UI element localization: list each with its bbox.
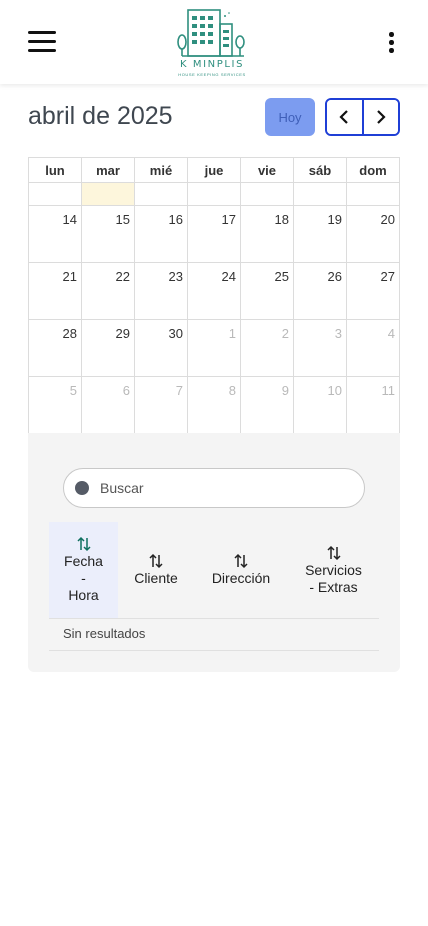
- prev-month-button[interactable]: [327, 100, 362, 134]
- building-icon: [177, 9, 245, 57]
- chevron-left-icon: [339, 110, 349, 124]
- day-cell-other-month[interactable]: 6: [81, 376, 135, 434]
- day-cell-other-month[interactable]: 4: [346, 319, 400, 377]
- day-cell[interactable]: 28: [28, 319, 82, 377]
- column-header-direccion[interactable]: Dirección: [194, 522, 288, 618]
- column-label: Servicios: [305, 561, 362, 578]
- day-cell[interactable]: [28, 182, 82, 206]
- results-table-header: Fecha - Hora Cliente Dirección Servicios…: [49, 522, 379, 619]
- column-label: - Extras: [309, 578, 358, 595]
- column-label: Fecha: [64, 553, 103, 569]
- day-cell-other-month[interactable]: 10: [293, 376, 347, 434]
- empty-results-message: Sin resultados: [63, 626, 146, 641]
- day-cell-other-month[interactable]: 8: [187, 376, 241, 434]
- column-label: -: [81, 570, 86, 586]
- day-cell[interactable]: [187, 182, 241, 206]
- chevron-right-icon: [376, 110, 386, 124]
- weekday-header: mié: [134, 157, 188, 183]
- brand-tagline: HOUSE KEEPING SERVICES: [178, 72, 246, 77]
- hamburger-menu-icon[interactable]: [28, 31, 56, 53]
- weekday-header: mar: [81, 157, 135, 183]
- column-label: Dirección: [211, 570, 271, 586]
- results-panel: Fecha - Hora Cliente Dirección Servicios…: [28, 433, 400, 672]
- day-cell[interactable]: [346, 182, 400, 206]
- month-nav-group: [325, 98, 400, 136]
- column-label: Cliente: [134, 570, 178, 586]
- weekday-header: lun: [28, 157, 82, 183]
- search-input[interactable]: [100, 480, 330, 496]
- brand-logo[interactable]: K MINPLIS HOUSE KEEPING SERVICES: [170, 6, 254, 80]
- day-cell[interactable]: 29: [81, 319, 135, 377]
- weekday-header: sáb: [293, 157, 347, 183]
- sort-icon: [149, 553, 163, 569]
- search-box[interactable]: [63, 468, 365, 508]
- brand-name: K MINPLIS: [179, 59, 245, 70]
- day-cell[interactable]: 18: [240, 205, 294, 263]
- column-header-servicios-extras[interactable]: Servicios - Extras: [288, 522, 379, 618]
- kebab-vertical-icon[interactable]: [386, 32, 396, 54]
- day-cell-other-month[interactable]: 9: [240, 376, 294, 434]
- day-cell[interactable]: 19: [293, 205, 347, 263]
- today-button[interactable]: Hoy: [265, 98, 315, 136]
- day-cell[interactable]: 27: [346, 262, 400, 320]
- weekday-header: vie: [240, 157, 294, 183]
- sort-icon: [76, 536, 91, 552]
- day-cell[interactable]: [293, 182, 347, 206]
- day-cell[interactable]: 15: [81, 205, 135, 263]
- day-cell[interactable]: 14: [28, 205, 82, 263]
- weekday-header: jue: [187, 157, 241, 183]
- day-cell-today[interactable]: [81, 182, 135, 206]
- day-cell[interactable]: 23: [134, 262, 188, 320]
- day-cell[interactable]: 20: [346, 205, 400, 263]
- day-cell[interactable]: [240, 182, 294, 206]
- day-cell[interactable]: 25: [240, 262, 294, 320]
- sort-icon: [326, 545, 341, 560]
- next-month-button[interactable]: [361, 100, 398, 134]
- day-cell-other-month[interactable]: 7: [134, 376, 188, 434]
- day-cell-other-month[interactable]: 3: [293, 319, 347, 377]
- search-icon: [75, 481, 89, 495]
- day-cell[interactable]: 17: [187, 205, 241, 263]
- day-cell-other-month[interactable]: 2: [240, 319, 294, 377]
- day-cell[interactable]: [134, 182, 188, 206]
- day-cell[interactable]: 24: [187, 262, 241, 320]
- month-calendar: lun mar mié jue vie sáb dom 14 15 16 17 …: [28, 157, 400, 434]
- top-bar: K MINPLIS HOUSE KEEPING SERVICES: [0, 0, 428, 84]
- column-header-cliente[interactable]: Cliente: [118, 522, 194, 618]
- column-header-fecha-hora[interactable]: Fecha - Hora: [49, 522, 118, 618]
- day-cell[interactable]: 16: [134, 205, 188, 263]
- day-cell[interactable]: 21: [28, 262, 82, 320]
- day-cell-other-month[interactable]: 11: [346, 376, 400, 434]
- weekday-header: dom: [346, 157, 400, 183]
- divider: [49, 650, 379, 651]
- sort-icon: [234, 553, 248, 569]
- day-cell[interactable]: 22: [81, 262, 135, 320]
- day-cell[interactable]: 26: [293, 262, 347, 320]
- day-cell[interactable]: 30: [134, 319, 188, 377]
- day-cell-other-month[interactable]: 1: [187, 319, 241, 377]
- column-label: Hora: [68, 587, 99, 603]
- calendar-title: abril de 2025: [28, 102, 173, 130]
- day-cell-other-month[interactable]: 5: [28, 376, 82, 434]
